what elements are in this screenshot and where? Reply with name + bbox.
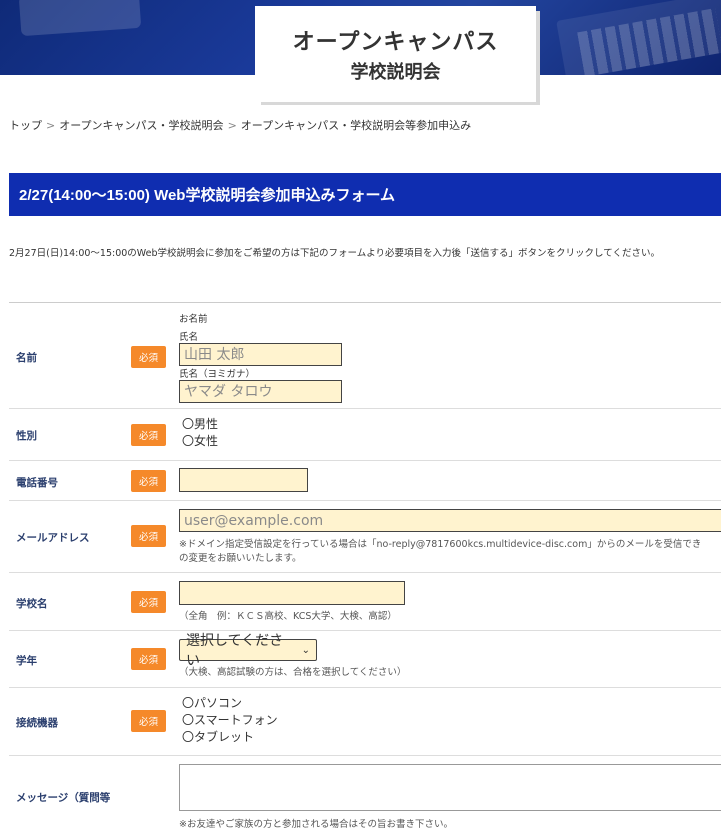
- name-input[interactable]: 山田 太郎: [179, 343, 342, 366]
- email-note-line2: の変更をお願いいたします。: [179, 553, 302, 564]
- field-label-name: 名前: [16, 352, 37, 364]
- form-table: 名前 必須 お名前 氏名 山田 太郎 氏名（ヨミガナ） ヤマダ タロウ 性別 必…: [9, 302, 721, 836]
- kana-input[interactable]: ヤマダ タロウ: [179, 380, 342, 403]
- device-option-tablet[interactable]: 〇タブレット: [182, 729, 278, 746]
- intro-text: 2月27日(日)14:00～15:00のWeb学校説明会に参加をご希望の方は下記…: [9, 248, 660, 259]
- device-radio-group: 〇パソコン 〇スマートフォン 〇タブレット: [182, 695, 278, 746]
- field-label-phone: 電話番号: [16, 477, 58, 489]
- school-input[interactable]: [179, 581, 405, 605]
- breadcrumb-current: オープンキャンパス・学校説明会等参加申込み: [240, 119, 472, 132]
- field-label-school: 学校名: [16, 598, 48, 610]
- required-badge: 必須: [131, 710, 166, 732]
- field-label-message: メッセージ（質問等: [16, 792, 111, 804]
- name-field-group: お名前 氏名 山田 太郎 氏名（ヨミガナ） ヤマダ タロウ: [179, 311, 342, 403]
- form-row-name: 名前 必須 お名前 氏名 山田 太郎 氏名（ヨミガナ） ヤマダ タロウ: [9, 303, 721, 409]
- form-row-school: 学校名 必須 （全角 例：ＫＣＳ高校、KCS大学、大検、高認）: [9, 573, 721, 631]
- field-label-email: メールアドレス: [16, 532, 90, 544]
- grade-note: （大検、高認試験の方は、合格を選択してください）: [179, 667, 407, 678]
- message-textarea[interactable]: [179, 764, 721, 811]
- device-option-smartphone[interactable]: 〇スマートフォン: [182, 712, 278, 729]
- gender-option-male[interactable]: 〇男性: [182, 416, 218, 433]
- email-input[interactable]: user@example.com: [179, 509, 721, 532]
- banner-decoration: [18, 0, 142, 37]
- field-label-grade: 学年: [16, 655, 37, 667]
- form-row-grade: 学年 必須 選択してください ⌄ （大検、高認試験の方は、合格を選択してください…: [9, 631, 721, 688]
- form-row-gender: 性別 必須 〇男性 〇女性: [9, 409, 721, 461]
- required-badge: 必須: [131, 470, 166, 492]
- device-option-pc[interactable]: 〇パソコン: [182, 695, 278, 712]
- email-note-line1: ※ドメイン指定受信設定を行っている場合は「no-reply@7817600kcs…: [179, 539, 702, 550]
- phone-input[interactable]: [179, 468, 308, 492]
- breadcrumb-separator: >: [46, 119, 56, 132]
- form-title: 2/27(14:00～15:00) Web学校説明会参加申込みフォーム: [9, 173, 721, 216]
- gender-option-female[interactable]: 〇女性: [182, 433, 218, 450]
- page-title-line2: 学校説明会: [350, 62, 441, 83]
- name-group-label: お名前: [179, 314, 208, 325]
- breadcrumb: トップ > オープンキャンパス・学校説明会 > オープンキャンパス・学校説明会等参加申込…: [9, 117, 471, 133]
- field-label-gender: 性別: [16, 430, 37, 442]
- required-badge: 必須: [131, 346, 166, 368]
- required-badge: 必須: [131, 525, 166, 547]
- required-badge: 必須: [131, 424, 166, 446]
- school-note: （全角 例：ＫＣＳ高校、KCS大学、大検、高認）: [179, 611, 397, 622]
- page-title-line1: オープンキャンパス: [292, 30, 499, 55]
- grade-select[interactable]: 選択してください ⌄: [179, 633, 317, 669]
- form-row-email: メールアドレス 必須 user@example.com ※ドメイン指定受信設定を…: [9, 501, 721, 573]
- chevron-down-icon: ⌄: [301, 644, 310, 656]
- name-sub-label: 氏名: [179, 332, 199, 343]
- form-row-device: 接続機器 必須 〇パソコン 〇スマートフォン 〇タブレット: [9, 688, 721, 756]
- message-note: ※お友達やご家族の方と参加される場合はその旨お書き下さい。: [179, 819, 453, 830]
- form-row-phone: 電話番号 必須: [9, 461, 721, 501]
- breadcrumb-link-open-campus[interactable]: オープンキャンパス・学校説明会: [59, 119, 223, 132]
- field-label-device: 接続機器: [16, 717, 58, 729]
- required-badge: 必須: [131, 591, 166, 613]
- required-badge: 必須: [131, 648, 166, 670]
- form-row-message: メッセージ（質問等 ※お友達やご家族の方と参加される場合はその旨お書き下さい。: [9, 756, 721, 836]
- breadcrumb-link-top[interactable]: トップ: [9, 119, 42, 132]
- gender-radio-group: 〇男性 〇女性: [182, 416, 218, 450]
- kana-sub-label: 氏名（ヨミガナ）: [179, 369, 256, 380]
- breadcrumb-separator: >: [227, 119, 237, 132]
- page-title: オープンキャンパス 学校説明会: [255, 6, 536, 102]
